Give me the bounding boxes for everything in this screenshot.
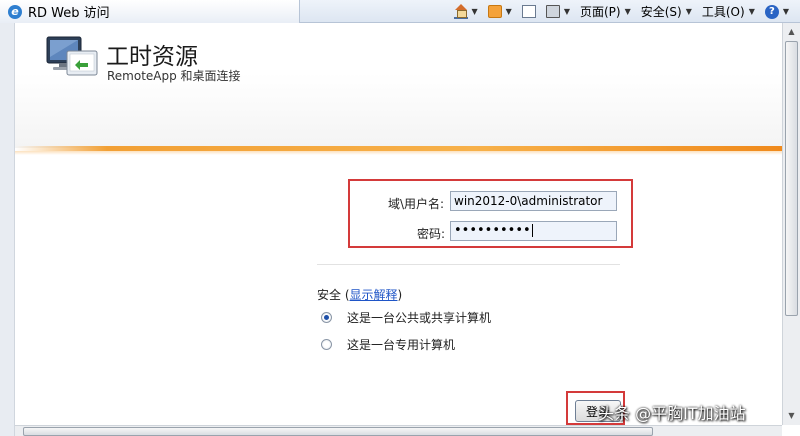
left-frame-edge [0, 23, 15, 436]
public-computer-label: 这是一台公共或共享计算机 [347, 311, 492, 325]
vertical-scroll-thumb[interactable] [785, 41, 798, 316]
help-menu[interactable]: ? ▼ [760, 0, 794, 23]
chevron-down-icon[interactable]: ▼ [506, 7, 512, 16]
chevron-down-icon: ▼ [782, 7, 789, 16]
security-menu[interactable]: 安全(S) ▼ [636, 0, 697, 23]
ie-logo-icon: e [8, 4, 22, 19]
home-button[interactable]: ▼ [449, 0, 483, 23]
security-heading: 安全 (显示解释) [317, 286, 402, 303]
vertical-scrollbar[interactable]: ▲ ▼ [782, 23, 800, 425]
horizontal-scroll-thumb[interactable] [23, 427, 653, 436]
text-caret [531, 224, 533, 237]
show-explanation-link[interactable]: 显示解释 [350, 288, 398, 302]
private-computer-label: 这是一台专用计算机 [347, 338, 456, 352]
rss-icon [487, 5, 502, 18]
remoteapp-monitor-icon [46, 36, 98, 76]
private-computer-radio[interactable] [321, 339, 332, 350]
print-button[interactable]: ▼ [541, 0, 575, 23]
help-icon: ? [764, 4, 779, 19]
mail-icon [521, 5, 536, 18]
scroll-up-icon[interactable]: ▲ [783, 23, 800, 39]
page-title: 工时资源 [106, 44, 198, 70]
printer-icon [545, 5, 560, 18]
page-menu[interactable]: 页面(P) ▼ [575, 0, 636, 23]
watermark-text: 头条 @平胸IT加油站 [598, 404, 746, 423]
tab-title: RD Web 访问 [28, 6, 110, 21]
public-computer-radio[interactable] [321, 312, 332, 323]
header-orange-glow [15, 151, 782, 155]
chevron-down-icon[interactable]: ▼ [564, 7, 570, 16]
rdweb-page: 工时资源 RemoteApp 和桌面连接 域\用户名: 密码: ••••••••… [15, 23, 782, 425]
horizontal-scrollbar[interactable] [15, 425, 782, 436]
feeds-button[interactable]: ▼ [483, 0, 517, 23]
username-input[interactable] [450, 191, 617, 211]
chevron-down-icon: ▼ [685, 7, 692, 16]
read-mail-button[interactable] [517, 0, 541, 23]
password-mask: •••••••••• [454, 223, 531, 238]
private-computer-option[interactable]: 这是一台专用计算机 [321, 336, 455, 353]
public-computer-option[interactable]: 这是一台公共或共享计算机 [321, 309, 491, 326]
browser-tab[interactable]: e RD Web 访问 [0, 0, 300, 23]
chevron-down-icon[interactable]: ▼ [472, 7, 478, 16]
page-subtitle: RemoteApp 和桌面连接 [107, 69, 241, 83]
command-toolbar: ▼ ▼ ▼ 页面(P) ▼ 安全(S) ▼ 工具(O) ▼ ? ▼ [449, 0, 795, 23]
home-icon [453, 4, 468, 19]
security-label-close: ) [397, 288, 403, 302]
tools-menu-label: 工具(O) [701, 5, 745, 19]
browser-command-bar: e RD Web 访问 ▼ ▼ ▼ 页面(P) ▼ 安全(S) ▼ 工具(O) … [0, 0, 800, 23]
chevron-down-icon: ▼ [748, 7, 755, 16]
chevron-down-icon: ▼ [624, 7, 631, 16]
password-input[interactable]: •••••••••• [450, 221, 617, 241]
scroll-down-icon[interactable]: ▼ [783, 407, 800, 423]
tools-menu[interactable]: 工具(O) ▼ [697, 0, 760, 23]
security-label: 安全 ( [317, 288, 350, 302]
form-divider [317, 264, 620, 265]
security-menu-label: 安全(S) [640, 5, 682, 19]
username-label: 域\用户名: [388, 197, 445, 211]
password-label: 密码: [417, 227, 446, 241]
page-menu-label: 页面(P) [579, 5, 621, 19]
